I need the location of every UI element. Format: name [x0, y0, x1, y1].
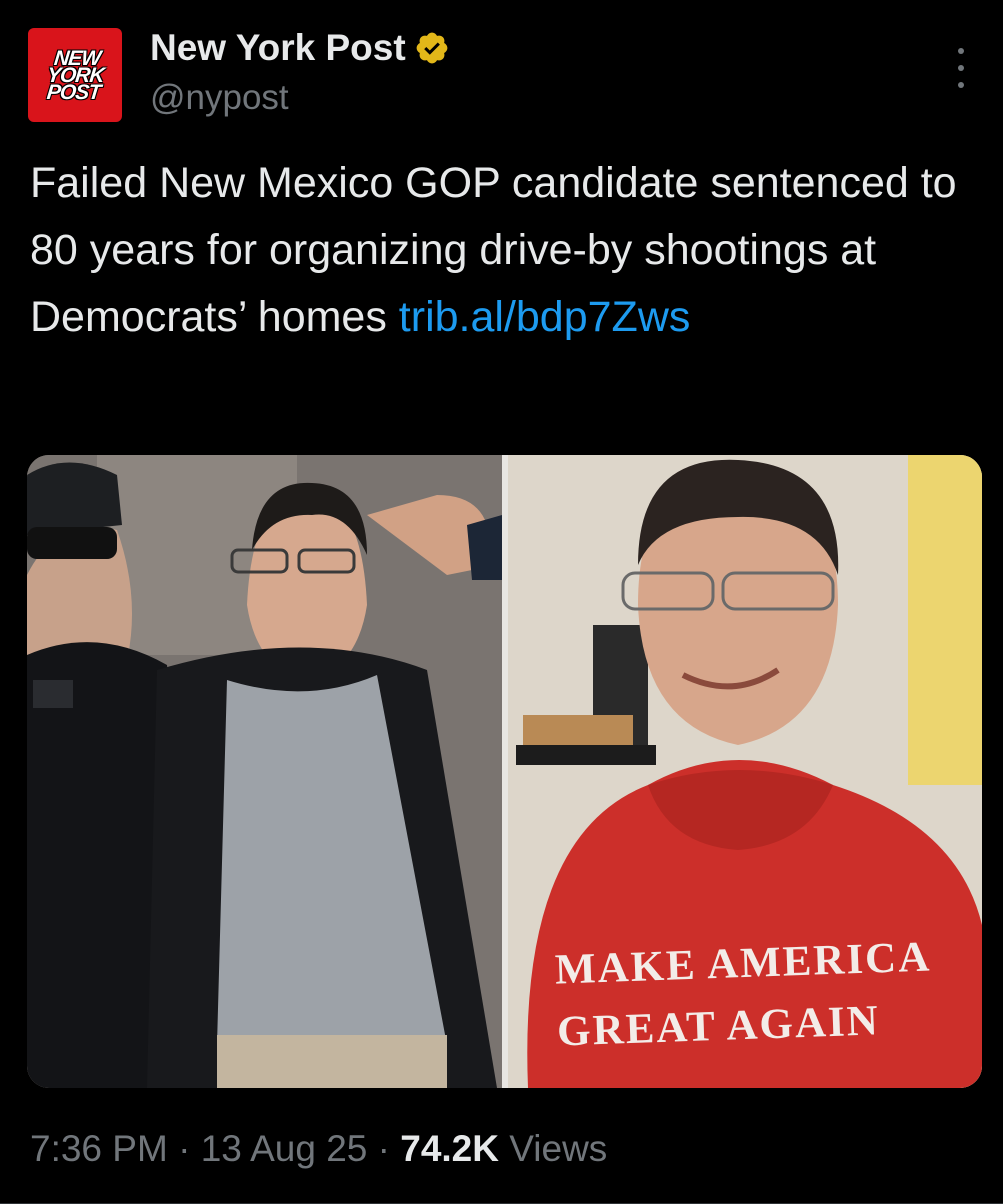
photo-portrait[interactable]: MAKE AMERICA GREAT AGAIN — [508, 455, 982, 1088]
tweet-link[interactable]: trib.al/bdp7Zws — [399, 293, 691, 341]
more-vertical-icon — [958, 48, 964, 54]
views-count[interactable]: 74.2K — [400, 1128, 499, 1169]
more-options-button[interactable] — [949, 48, 973, 88]
photo-arrest[interactable] — [27, 455, 502, 1088]
tweet-time[interactable]: 7:36 PM — [30, 1128, 168, 1169]
more-dot — [958, 65, 964, 71]
nypost-logo: NEW YORK POST — [45, 46, 105, 104]
author-name-row[interactable]: New York Post — [150, 28, 450, 68]
verified-badge-icon — [416, 32, 448, 64]
shirt-slogan-line-2: GREAT AGAIN — [556, 997, 881, 1056]
tweet-date[interactable]: 13 Aug 25 — [201, 1128, 368, 1169]
avatar[interactable]: NEW YORK POST — [28, 28, 122, 122]
tweet-media[interactable]: MAKE AMERICA GREAT AGAIN — [27, 455, 982, 1088]
meta-separator: · — [167, 1128, 201, 1169]
tweet-meta: 7:36 PM · 13 Aug 25 · 74.2K Views — [30, 1125, 607, 1173]
shirt-slogan: MAKE AMERICA GREAT AGAIN — [554, 926, 934, 1063]
views-label: Views — [498, 1128, 608, 1169]
author-handle[interactable]: @nypost — [150, 78, 289, 118]
meta-separator: · — [367, 1128, 401, 1169]
author-name[interactable]: New York Post — [150, 28, 406, 68]
photo-arrest-illustration — [27, 455, 502, 1088]
more-dot — [958, 82, 964, 88]
tweet-text: Failed New Mexico GOP candidate sentence… — [30, 150, 970, 351]
